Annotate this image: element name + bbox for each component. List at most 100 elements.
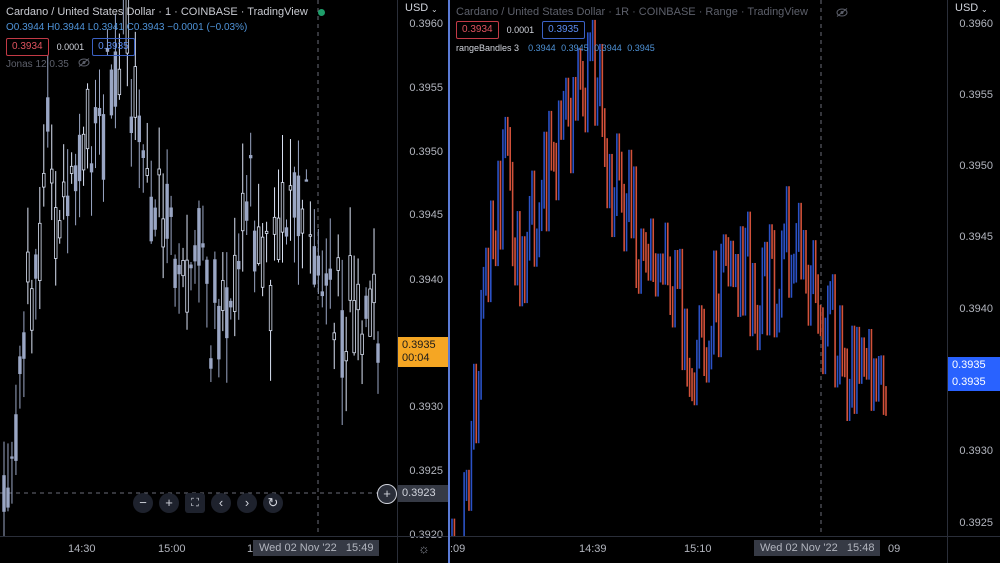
candle-body — [304, 179, 309, 182]
refresh-button[interactable]: ↻ — [263, 493, 283, 513]
current-price-tag: 0.3935 00:04 — [398, 337, 450, 367]
candle-body — [280, 182, 285, 233]
candle-body — [38, 222, 42, 281]
reset-chart-button[interactable]: ⛶ — [185, 493, 205, 513]
candle-body — [153, 207, 157, 230]
price-label: 0.3960 — [409, 18, 443, 30]
ask-price-tag: 0.3935 — [948, 357, 1000, 374]
candle-body — [256, 226, 261, 264]
candle-body — [245, 201, 249, 221]
price-label: 0.3930 — [959, 445, 993, 457]
chart-navigation-toolbar: − + ⛶ ‹ › ↻ — [133, 493, 283, 513]
candle-body — [260, 236, 265, 288]
right-chart-pane[interactable]: Cardano / United States Dollar · 1R · CO… — [450, 0, 1000, 563]
time-label: 09 — [888, 543, 901, 555]
candle-body — [360, 333, 364, 355]
time-label: 15:00 — [158, 543, 186, 555]
candle-body — [6, 487, 10, 508]
scroll-forward-button[interactable]: › — [237, 493, 257, 513]
candle-body — [356, 283, 360, 311]
right-sell-button[interactable]: 0.3934 — [456, 21, 499, 39]
candle-body — [264, 230, 269, 234]
candle-body — [101, 114, 106, 180]
candle-body — [276, 217, 281, 260]
candle-body — [288, 185, 293, 191]
crosshair-time-label: Wed 02 Nov '22 15:49 — [253, 540, 380, 556]
candle-body — [340, 310, 344, 378]
candle-body — [209, 358, 213, 369]
candle-body — [81, 133, 86, 171]
candle-body — [157, 168, 161, 176]
time-label: 15:10 — [684, 543, 712, 555]
market-open-icon — [317, 8, 325, 16]
crosshair-clock: 15:49 — [345, 542, 374, 554]
time-label: 14:30 — [68, 543, 96, 555]
right-indicator-values: 0.3944 0.3945 0.3944 0.3945 — [528, 43, 655, 53]
candle-body — [324, 273, 328, 286]
candle-body — [137, 115, 141, 143]
right-currency-selector[interactable]: USD — [955, 2, 978, 14]
candle-body — [177, 264, 181, 275]
candle-body — [237, 260, 241, 270]
candle-body — [272, 216, 277, 235]
left-buy-button[interactable]: 0.3935 — [92, 38, 135, 56]
candle-body — [85, 88, 90, 150]
left-price-axis[interactable]: USD ⌄ 0.3960 0.3955 0.3950 0.3945 0.3940 0.39… — [397, 0, 450, 563]
candle-body — [193, 245, 197, 262]
left-spread: 0.0001 — [56, 42, 85, 52]
scroll-back-button[interactable]: ‹ — [211, 493, 231, 513]
candle-body — [149, 196, 153, 242]
left-time-axis[interactable]: 14:30 15:00 1 Wed 02 Nov '22 15:49 — [0, 536, 397, 563]
candle-body — [181, 260, 185, 277]
gear-icon[interactable]: ☼ — [418, 541, 430, 556]
candle-body — [77, 134, 82, 182]
candle-body — [129, 116, 134, 134]
candle-body — [18, 356, 22, 375]
left-candle-plot[interactable] — [0, 0, 397, 537]
right-spread: 0.0001 — [506, 25, 535, 35]
candle-body — [109, 69, 114, 116]
left-legend: Cardano / United States Dollar · 1 · COI… — [6, 4, 325, 72]
candle-body — [54, 207, 58, 259]
zoom-in-button[interactable]: + — [159, 493, 179, 513]
right-legend: Cardano / United States Dollar · 1R · CO… — [456, 4, 848, 55]
candle-body — [165, 183, 169, 239]
bar-countdown: 00:04 — [402, 352, 430, 364]
right-buy-button[interactable]: 0.3935 — [542, 21, 585, 39]
eye-off-icon[interactable] — [836, 7, 848, 17]
right-indicator-label[interactable]: rangeBandles 3 — [456, 43, 519, 53]
candle-body — [229, 300, 233, 308]
left-sell-button[interactable]: 0.3934 — [6, 38, 49, 56]
left-chart-pane[interactable]: Cardano / United States Dollar · 1 · COI… — [0, 0, 450, 563]
candle-body — [173, 258, 177, 288]
candle-body — [320, 291, 324, 297]
price-label: 0.3930 — [409, 401, 443, 413]
right-symbol-title[interactable]: Cardano / United States Dollar · 1R · CO… — [456, 5, 808, 19]
left-indicator-label[interactable]: Jonas 12 0.35 — [6, 59, 69, 70]
zoom-out-button[interactable]: − — [133, 493, 153, 513]
right-time-axis[interactable]: :09 14:39 15:10 09 Wed 02 Nov '22 15:48 — [450, 536, 947, 563]
candle-body — [189, 264, 193, 269]
candle-body — [141, 150, 145, 158]
candle-body — [252, 230, 257, 272]
eye-off-icon[interactable] — [78, 58, 90, 67]
candle-body — [185, 259, 189, 313]
right-price-axis[interactable]: USD ⌄ 0.3960 0.3955 0.3950 0.3945 0.3940 0.39… — [947, 0, 1000, 563]
candle-body — [300, 208, 305, 234]
add-alert-plus-button[interactable]: + — [377, 484, 397, 504]
candle-body — [217, 305, 221, 360]
left-symbol-title[interactable]: Cardano / United States Dollar · 1 · COI… — [6, 5, 308, 19]
left-currency-selector[interactable]: USD — [405, 2, 428, 14]
chevron-down-icon: ⌄ — [981, 5, 988, 14]
price-label: 0.3945 — [959, 231, 993, 243]
candle-body — [233, 254, 237, 312]
candle-body — [201, 243, 205, 248]
right-range-plot[interactable] — [450, 0, 947, 537]
candle-body — [312, 246, 317, 285]
candle-body — [213, 259, 217, 303]
settings-corner: ☼ — [397, 536, 450, 563]
candle-body — [61, 181, 66, 198]
candle-body — [197, 208, 201, 266]
candle-body — [161, 218, 165, 248]
candle-body — [328, 268, 332, 280]
